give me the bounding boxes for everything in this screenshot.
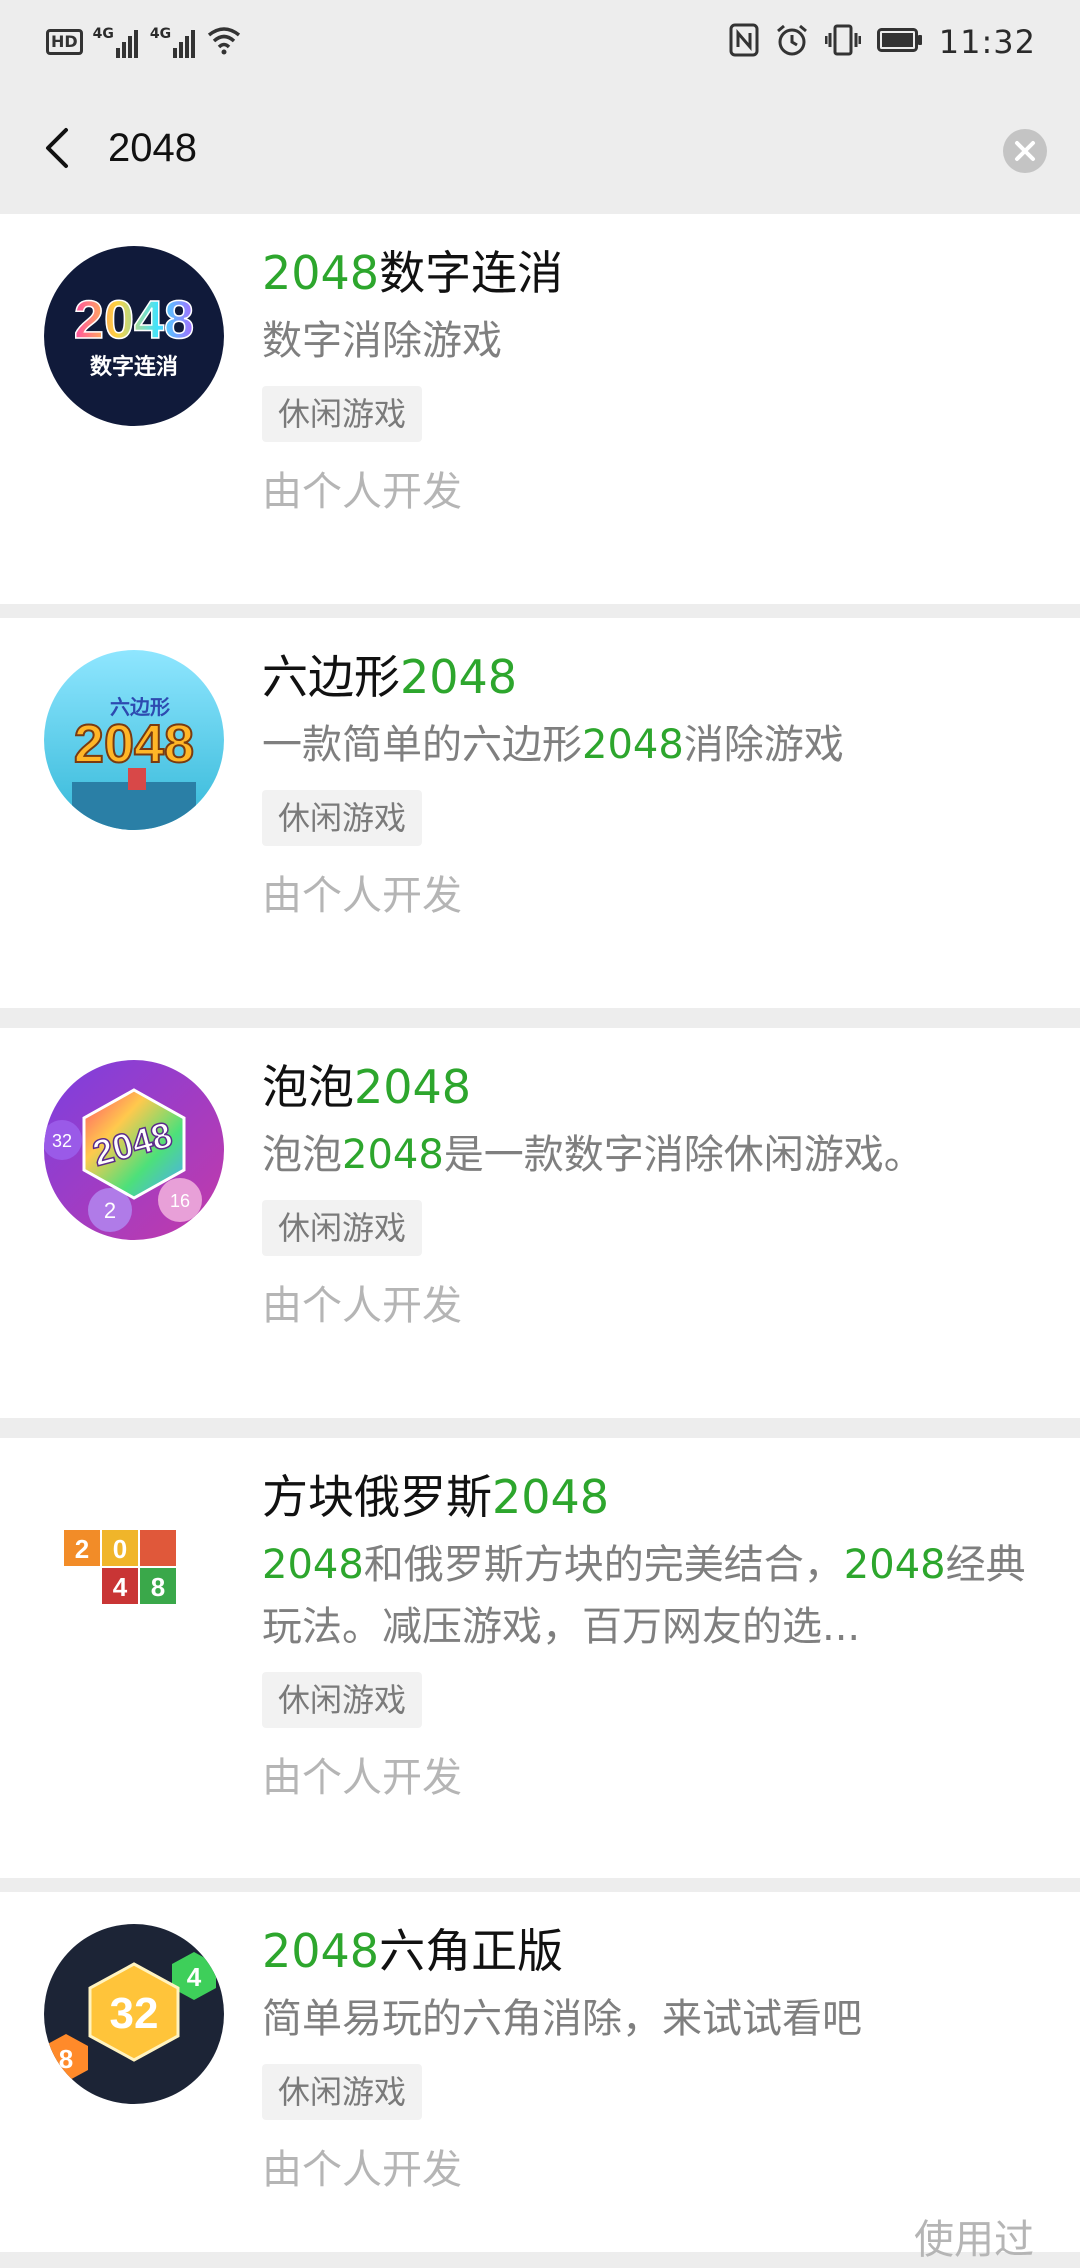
result-description: 一款简单的六边形2048消除游戏 <box>262 722 844 768</box>
result-item[interactable]: 2048 数字连消 2048数字连消 数字消除游戏 休闲游戏 由个人开发 <box>0 214 1080 604</box>
app-icon-bubble-2048: 2048 32 2 16 <box>44 1060 224 1240</box>
wifi-icon <box>207 25 241 59</box>
developer-label: 由个人开发 <box>262 2147 462 2193</box>
svg-text:4: 4 <box>187 1962 202 1992</box>
network-type-label: 4G <box>92 26 114 42</box>
svg-text:8: 8 <box>59 2044 73 2074</box>
result-content: 六边形2048 一款简单的六边形2048消除游戏 休闲游戏 由个人开发 <box>262 646 1032 924</box>
svg-text:2048: 2048 <box>74 290 194 350</box>
clear-icon[interactable] <box>1002 128 1048 174</box>
result-item[interactable]: 2048 32 2 16 泡泡2048 泡泡2048是一款数字消除休闲游戏。 休… <box>0 1028 1080 1418</box>
result-content: 2048六角正版 简单易玩的六角消除，来试试看吧 休闲游戏 由个人开发 <box>262 1920 1032 2198</box>
result-title: 2048数字连消 <box>262 246 564 300</box>
category-tag: 休闲游戏 <box>262 386 423 442</box>
app-icon-hexagon-2048: 六边形 2048 <box>44 650 224 830</box>
category-tag: 休闲游戏 <box>262 2064 423 2120</box>
svg-text:32: 32 <box>52 1131 72 1151</box>
developer-label: 由个人开发 <box>262 1283 462 1329</box>
app-icon-hex-2048-official: 32 4 8 <box>44 1924 224 2104</box>
result-description: 数字消除游戏 <box>262 318 502 364</box>
result-title: 泡泡2048 <box>262 1060 472 1114</box>
search-input[interactable]: 2048 <box>108 116 197 180</box>
developer-label: 由个人开发 <box>262 1755 462 1801</box>
developer-label: 由个人开发 <box>262 873 462 919</box>
result-description: 2048和俄罗斯方块的完美结合，2048经典玩法。减压游戏，百万网友的选... <box>262 1542 1026 1650</box>
svg-text:4: 4 <box>113 1572 128 1602</box>
result-item[interactable]: 六边形 2048 六边形2048 一款简单的六边形2048消除游戏 休闲游戏 由… <box>0 618 1080 1008</box>
result-item[interactable]: 2 0 4 8 方块俄罗斯2048 2048和俄罗斯方块的完美结合，2048经典… <box>0 1438 1080 1878</box>
hd-icon: HD <box>46 29 83 55</box>
back-arrow-icon[interactable] <box>30 118 90 178</box>
category-tag: 休闲游戏 <box>262 790 423 846</box>
search-header: 2048 <box>0 84 1080 214</box>
svg-text:32: 32 <box>110 1989 159 2038</box>
nfc-icon <box>729 23 759 61</box>
result-description: 简单易玩的六角消除，来试试看吧 <box>262 1996 862 2042</box>
app-icon-tetris-2048: 2 0 4 8 <box>44 1488 224 1668</box>
status-bar: HD 4G 4G 11:32 <box>0 0 1080 84</box>
result-title: 六边形2048 <box>262 650 518 704</box>
battery-icon <box>876 28 923 56</box>
svg-text:2048: 2048 <box>74 714 194 774</box>
result-content: 2048数字连消 数字消除游戏 休闲游戏 由个人开发 <box>262 242 1032 520</box>
status-left: HD 4G 4G <box>46 22 241 62</box>
network-type-label-2: 4G <box>149 26 172 42</box>
svg-text:8: 8 <box>151 1572 165 1602</box>
result-title: 方块俄罗斯2048 <box>262 1470 610 1524</box>
result-content: 方块俄罗斯2048 2048和俄罗斯方块的完美结合，2048经典玩法。减压游戏，… <box>262 1466 1032 1806</box>
vibrate-icon <box>824 23 862 61</box>
svg-text:0: 0 <box>113 1534 127 1564</box>
clock: 11:32 <box>938 23 1036 61</box>
category-tag: 休闲游戏 <box>262 1672 423 1728</box>
developer-label: 由个人开发 <box>262 469 462 515</box>
result-item[interactable]: 32 4 8 2048六角正版 简单易玩的六角消除，来试试看吧 休闲游戏 由个人… <box>0 1892 1080 2263</box>
svg-text:2: 2 <box>75 1534 89 1564</box>
svg-text:16: 16 <box>170 1191 190 1211</box>
signal-icon-2: 4G <box>150 26 197 58</box>
alarm-icon <box>775 23 809 61</box>
app-icon-2048-number-eliminate: 2048 数字连消 <box>44 246 224 426</box>
used-label: 使用过 <box>914 2217 1034 2263</box>
svg-text:2: 2 <box>104 1198 116 1223</box>
result-description: 泡泡2048是一款数字消除休闲游戏。 <box>262 1132 924 1178</box>
svg-text:数字连消: 数字连消 <box>90 354 178 380</box>
result-content: 泡泡2048 泡泡2048是一款数字消除休闲游戏。 休闲游戏 由个人开发 <box>262 1056 1032 1334</box>
signal-icon: 4G <box>93 26 140 58</box>
result-title: 2048六角正版 <box>262 1924 564 1978</box>
category-tag: 休闲游戏 <box>262 1200 423 1256</box>
status-right: 11:32 <box>729 18 1036 66</box>
